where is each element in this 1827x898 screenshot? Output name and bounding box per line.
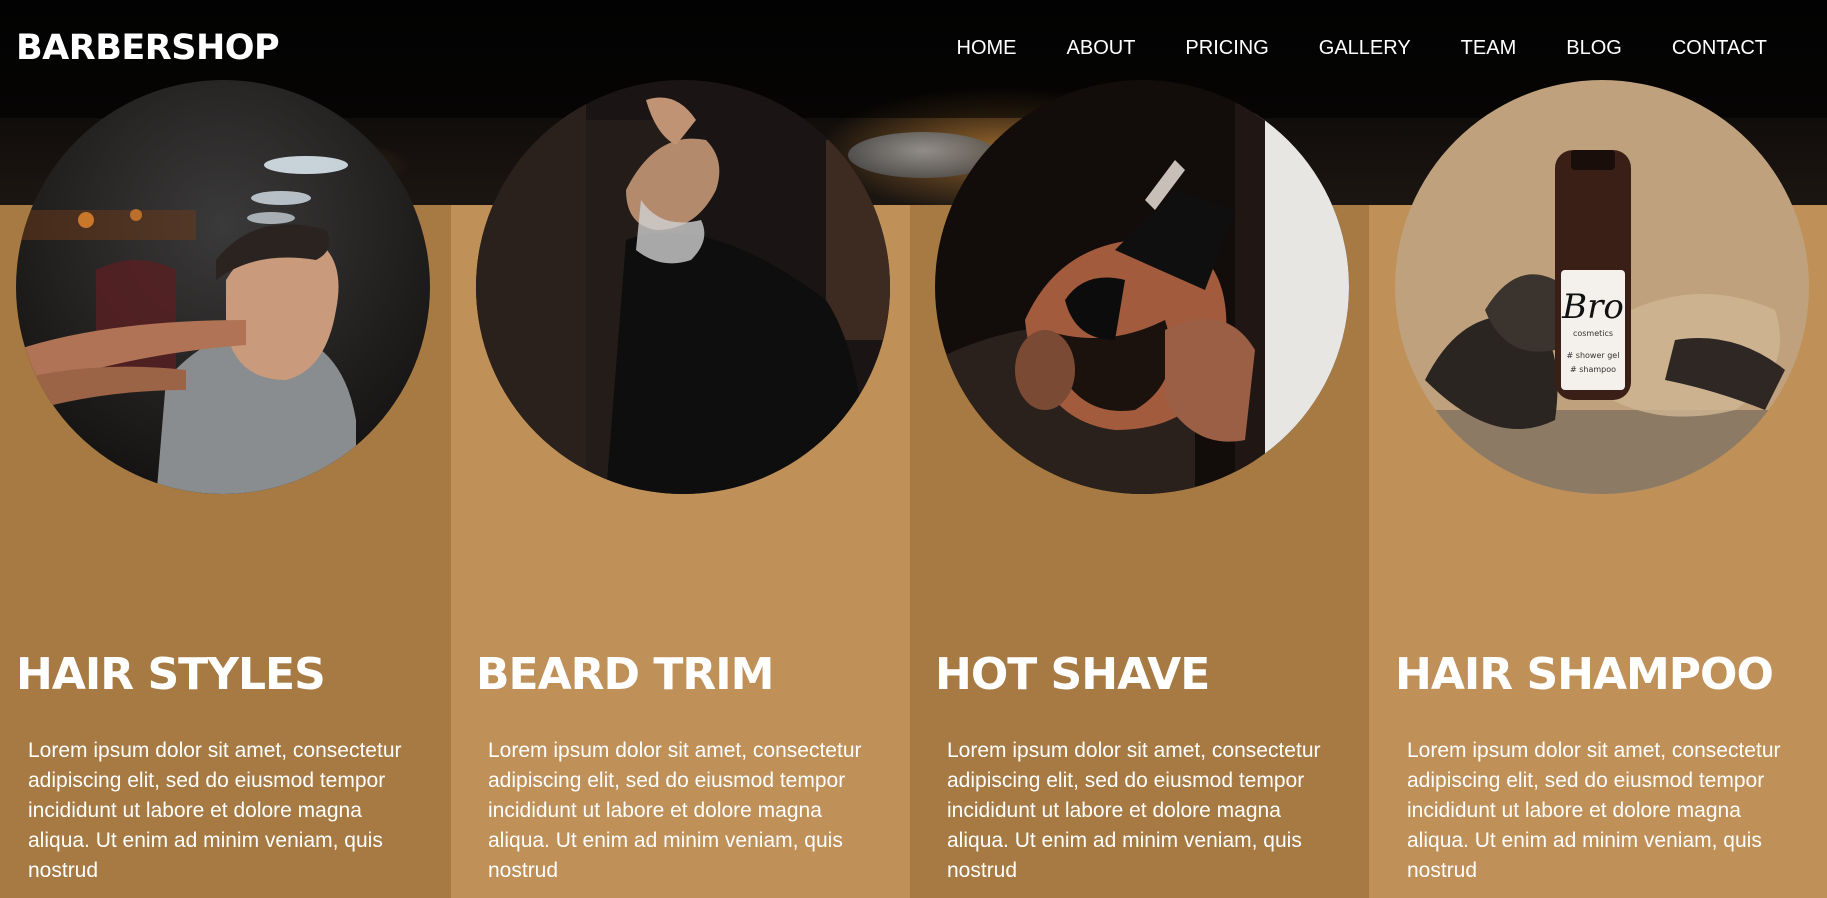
nav-team[interactable]: TEAM [1461,34,1517,62]
hot-shave-text: Lorem ipsum dolor sit amet, consectetur … [947,739,1321,882]
beard-trim-text: Lorem ipsum dolor sit amet, consectetur … [488,739,862,882]
product-label-brand: Bro [1561,287,1624,327]
beard-trim-image [476,80,890,494]
product-label-sub: cosmetics [1573,329,1613,338]
hair-shampoo-title: HAIR SHAMPOO [1395,649,1774,700]
nav-about[interactable]: ABOUT [1067,34,1136,62]
site-header: BARBERSHOP HOME ABOUT PRICING GALLERY TE… [0,0,1827,100]
hair-styles-image [16,80,430,494]
nav-home[interactable]: HOME [957,34,1017,62]
hair-styles-title: HAIR STYLES [16,649,326,700]
hot-shave-image [935,80,1349,494]
main-nav: HOME ABOUT PRICING GALLERY TEAM BLOG CON… [907,34,1767,62]
nav-contact[interactable]: CONTACT [1672,34,1767,62]
product-label-line2: # shampoo [1570,365,1616,374]
nav-blog[interactable]: BLOG [1566,34,1622,62]
nav-pricing[interactable]: PRICING [1185,34,1268,62]
hair-shampoo-text: Lorem ipsum dolor sit amet, consectetur … [1407,739,1781,882]
hair-shampoo-image: Bro cosmetics # shower gel # shampoo [1395,80,1809,494]
brand-logo[interactable]: BARBERSHOP [16,26,280,70]
hot-shave-title: HOT SHAVE [935,649,1210,700]
nav-gallery[interactable]: GALLERY [1319,34,1411,62]
hair-styles-text: Lorem ipsum dolor sit amet, consectetur … [28,739,402,882]
beard-trim-title: BEARD TRIM [476,649,774,700]
product-label-line1: # shower gel [1567,351,1620,360]
